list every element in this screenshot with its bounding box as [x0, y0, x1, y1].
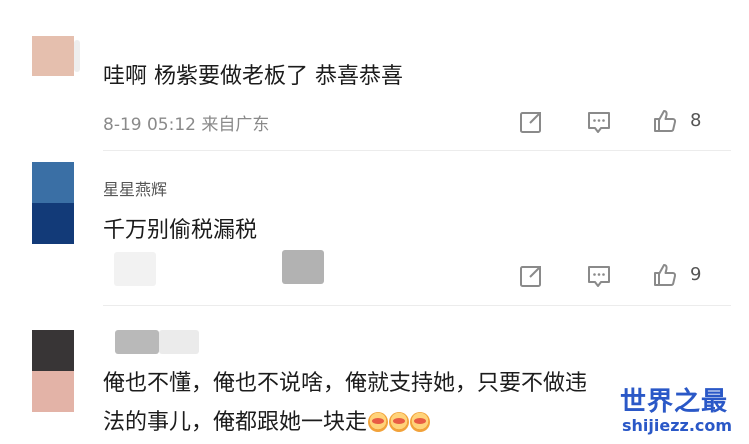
avatar[interactable]	[32, 36, 74, 76]
comment-icon[interactable]	[586, 263, 612, 289]
like-count: 8	[690, 110, 702, 131]
blurred-username	[159, 330, 199, 354]
kissing-face-emoji	[368, 412, 389, 432]
avatar[interactable]	[32, 330, 74, 412]
watermark-title: 世界之最	[620, 387, 729, 417]
comment-icon[interactable]	[586, 109, 612, 135]
divider	[103, 305, 731, 306]
share-icon[interactable]	[518, 109, 544, 135]
kissing-face-emoji	[389, 412, 410, 432]
watermark-url: shijiezz.com	[622, 416, 733, 435]
avatar[interactable]	[32, 162, 74, 244]
comment-text: 千万别偷税漏税	[103, 218, 258, 243]
username[interactable]: 星星燕辉	[103, 176, 167, 200]
blurred-username	[115, 330, 159, 354]
comment-text-line-2: 法的事儿，俺都跟她一块走	[103, 404, 431, 436]
kissing-face-emoji	[410, 412, 431, 432]
comment-text-line-1: 俺也不懂，俺也不说啥，俺就支持她，只要不做违	[103, 371, 588, 396]
comment-text-line-2-content: 法的事儿，俺都跟她一块走	[103, 410, 368, 435]
avatar-edge	[74, 40, 80, 72]
thumbs-up-icon[interactable]	[652, 108, 678, 134]
comment-meta: 8-19 05:12 来自广东	[103, 115, 270, 135]
blurred-image	[282, 250, 324, 284]
comment-text: 哇啊 杨紫要做老板了 恭喜恭喜	[103, 64, 403, 89]
blurred-image	[114, 252, 156, 286]
thumbs-up-icon[interactable]	[652, 262, 678, 288]
like-count: 9	[690, 264, 702, 285]
share-icon[interactable]	[518, 263, 544, 289]
divider	[103, 150, 731, 151]
